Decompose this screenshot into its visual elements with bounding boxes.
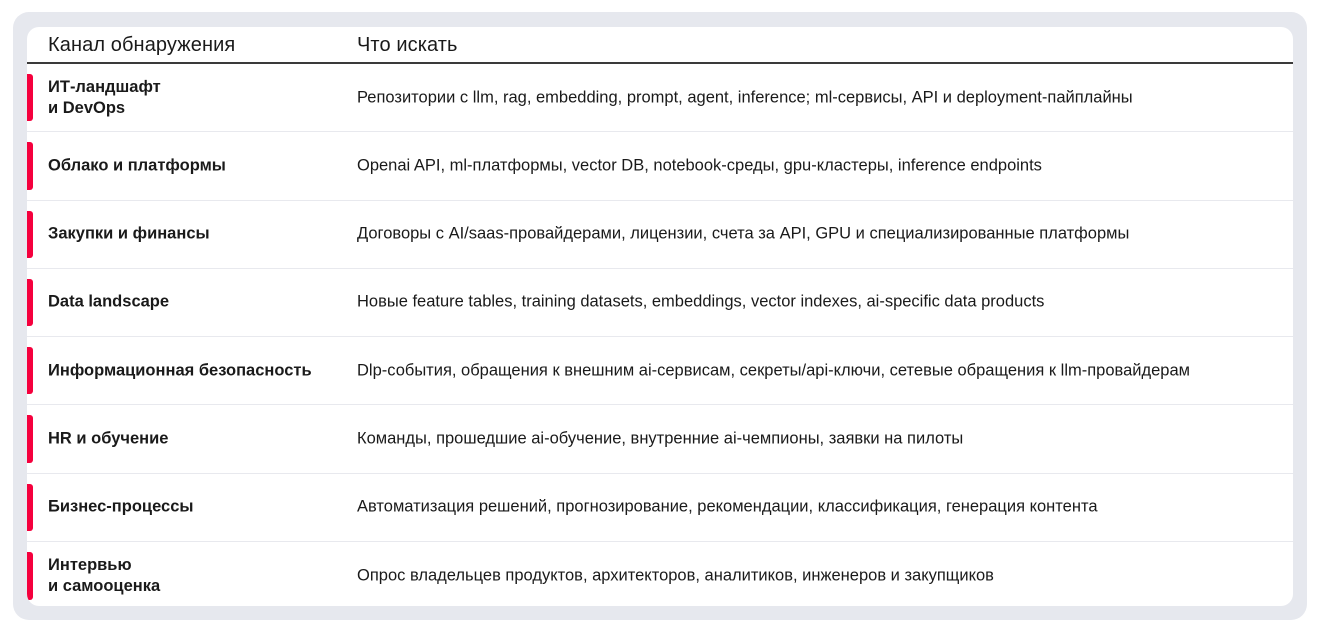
table-row: Data landscape Новые feature tables, tra… [27, 269, 1293, 337]
table-row: Облако и платформы Openai API, ml-платфо… [27, 132, 1293, 201]
row-accent-bar [27, 74, 33, 122]
what-cell: Dlp-события, обращения к внешним ai-серв… [357, 361, 1190, 380]
what-cell: Договоры с AI/saas-провайдерами, лицензи… [357, 224, 1130, 243]
table-header: Канал обнаружения Что искать [27, 27, 1293, 64]
what-cell: Репозитории с llm, rag, embedding, promp… [357, 88, 1133, 107]
table-row: HR и обучение Команды, прошедшие ai-обуч… [27, 405, 1293, 474]
table-row: Интервью и самооценка Опрос владельцев п… [27, 542, 1293, 606]
row-accent-bar [27, 278, 33, 326]
channel-cell: Data landscape [48, 292, 170, 311]
table-row: Бизнес-процессы Автоматизация решений, п… [27, 474, 1293, 542]
what-cell: Опрос владельцев продуктов, архитекторов… [357, 566, 994, 585]
header-what: Что искать [357, 34, 458, 56]
row-accent-bar [27, 347, 33, 395]
row-accent-bar [27, 483, 33, 531]
table-row: Информационная безопасность Dlp-события,… [27, 337, 1293, 406]
row-accent-bar [27, 415, 33, 463]
channel-cell: HR и обучение [48, 429, 169, 448]
what-cell: Новые feature tables, training datasets,… [357, 292, 1045, 311]
channel-cell: Бизнес-процессы [48, 497, 194, 516]
discovery-channels-table: Канал обнаружения Что искать ИТ-ландшафт… [27, 27, 1293, 606]
channel-cell: ИТ-ландшафт и DevOps [48, 77, 161, 117]
table-row: Закупки и финансы Договоры с AI/saas-про… [27, 201, 1293, 269]
channel-cell: Интервью и самооценка [48, 555, 161, 595]
table-body: ИТ-ландшафт и DevOps Репозитории с llm, … [27, 64, 1293, 606]
row-accent-bar [27, 210, 33, 258]
what-cell: Команды, прошедшие ai-обучение, внутренн… [357, 429, 964, 448]
table-row: ИТ-ландшафт и DevOps Репозитории с llm, … [27, 64, 1293, 133]
what-cell: Openai API, ml-платформы, vector DB, not… [357, 156, 1042, 175]
channel-cell: Облако и платформы [48, 156, 226, 175]
what-cell: Автоматизация решений, прогнозирование, … [357, 497, 1098, 516]
channel-cell: Информационная безопасность [48, 361, 312, 380]
row-accent-bar [27, 551, 33, 600]
channel-cell: Закупки и финансы [48, 224, 210, 243]
header-channel: Канал обнаружения [48, 34, 236, 56]
row-accent-bar [27, 142, 33, 190]
